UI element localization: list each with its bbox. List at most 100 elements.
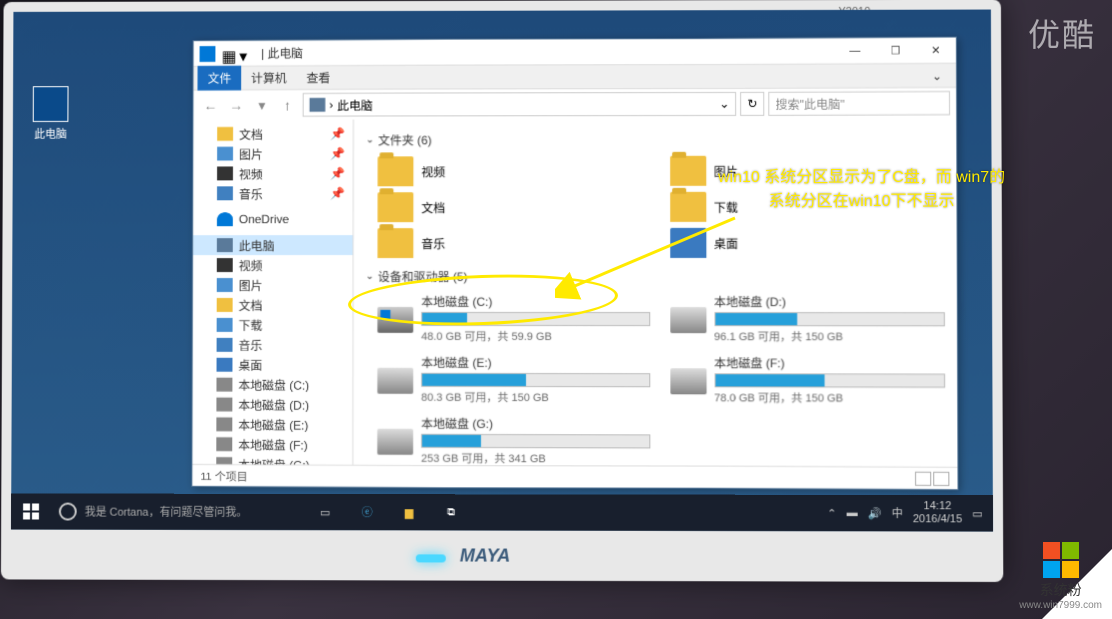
close-button[interactable]: ✕ — [916, 37, 957, 63]
sidebar-item-desk[interactable]: 桌面 — [193, 355, 353, 375]
qat-properties-icon[interactable]: ▦ — [221, 46, 235, 60]
up-button[interactable]: ↑ — [277, 94, 299, 116]
folder-item[interactable]: 视频 — [378, 156, 650, 186]
history-dropdown[interactable]: ▾ — [251, 94, 273, 116]
breadcrumb[interactable]: 此电脑 — [337, 96, 373, 113]
drive-usage-text: 96.1 GB 可用，共 150 GB — [714, 328, 945, 344]
sidebar-item-label: 视频 — [239, 257, 263, 274]
folder-item[interactable]: 桌面 — [670, 228, 945, 258]
folder-label: 图片 — [714, 162, 738, 179]
ms-logo-icon — [1043, 542, 1079, 578]
search-input[interactable]: 搜索"此电脑" — [768, 91, 950, 116]
qat-dropdown-icon[interactable]: ▾ — [239, 46, 253, 60]
edge-icon[interactable]: ⓔ — [349, 497, 385, 527]
sidebar-item-mus[interactable]: 音乐 — [193, 335, 353, 355]
folder-item[interactable]: 文档 — [378, 192, 650, 222]
sidebar-item-vid[interactable]: 视频 — [193, 255, 352, 275]
view-details-icon[interactable] — [915, 471, 931, 485]
drive-item[interactable]: 本地磁盘 (D:) 96.1 GB 可用，共 150 GB — [670, 293, 945, 344]
pin-icon: 📌 — [330, 147, 345, 161]
sidebar-item-drive[interactable]: 本地磁盘 (D:) — [193, 394, 353, 414]
address-bar[interactable]: › 此电脑 ⌄ — [302, 92, 736, 117]
folder-item[interactable]: 下载 — [670, 191, 945, 221]
sidebar-item-label: 此电脑 — [239, 237, 275, 254]
content-pane[interactable]: ⌄ 文件夹 (6) 视频 图片 文档 下载 音乐 桌面 ⌄ 设备和驱动器 (5) — [353, 118, 957, 467]
sidebar-item-cloud[interactable]: OneDrive — [193, 209, 352, 229]
folder-icon — [670, 192, 706, 222]
cortana-search-input[interactable]: 我是 Cortana，有问题尽管问我。 — [85, 504, 248, 520]
clock-time: 14:12 — [913, 500, 962, 513]
sidebar-item-doc[interactable]: 文档 📌 — [194, 124, 353, 144]
sidebar-item-label: 图片 — [239, 145, 263, 162]
folder-item[interactable]: 图片 — [670, 155, 945, 186]
drive-item[interactable]: 本地磁盘 (E:) 80.3 GB 可用，共 150 GB — [377, 354, 649, 406]
drive-item[interactable]: 本地磁盘 (C:) 48.0 GB 可用，共 59.9 GB — [377, 293, 649, 344]
store-icon[interactable]: ⧉ — [433, 497, 469, 527]
sidebar-item-label: 图片 — [239, 276, 263, 293]
desktop-icon-thispc[interactable]: 此电脑 — [21, 86, 81, 142]
sidebar-item-dl[interactable]: 下载 — [193, 315, 353, 335]
clock[interactable]: 14:12 2016/4/15 — [913, 500, 962, 527]
view-large-icon[interactable] — [933, 471, 949, 485]
sidebar-item-doc[interactable]: 文档 — [193, 295, 353, 315]
pc-icon — [217, 238, 233, 252]
cortana-icon[interactable] — [59, 503, 77, 521]
sidebar-item-label: OneDrive — [239, 212, 289, 226]
drive-item[interactable]: 本地磁盘 (G:) 253 GB 可用，共 341 GB — [377, 415, 650, 467]
address-dropdown-icon[interactable]: ⌄ — [719, 97, 729, 111]
taskview-button[interactable]: ▭ — [307, 497, 343, 527]
titlebar[interactable]: ▦ ▾ | 此电脑 — ☐ ✕ — [194, 38, 956, 67]
sidebar-item-label: 下载 — [239, 316, 263, 333]
site-name: 系统粉 — [1019, 580, 1102, 600]
file-explorer-window: ▦ ▾ | 此电脑 — ☐ ✕ 文件 计算机 查看 ⌄ ← → ▾ — [192, 37, 959, 490]
drives-section-header[interactable]: ⌄ 设备和驱动器 (5) — [366, 268, 945, 285]
tray-chevron-icon[interactable]: ⌃ — [827, 506, 836, 519]
drive-usage-bar — [421, 312, 649, 326]
sidebar-item-mus[interactable]: 音乐 📌 — [193, 183, 352, 203]
ime-indicator[interactable]: 中 — [892, 505, 903, 521]
volume-icon[interactable]: 🔊 — [868, 507, 882, 520]
ribbon-expand-icon[interactable]: ⌄ — [922, 64, 952, 86]
forward-button[interactable]: → — [225, 94, 247, 116]
folder-item[interactable]: 音乐 — [378, 228, 650, 258]
explorer-icon[interactable]: ▆ — [391, 497, 427, 527]
drive-icon — [377, 368, 413, 394]
drive-item[interactable]: 本地磁盘 (F:) 78.0 GB 可用，共 150 GB — [670, 354, 945, 406]
folder-label: 音乐 — [421, 235, 445, 252]
tab-file[interactable]: 文件 — [198, 66, 242, 91]
network-icon[interactable]: ▬ — [847, 507, 858, 519]
drive-usage-text: 48.0 GB 可用，共 59.9 GB — [421, 328, 650, 344]
notification-icon[interactable]: ▭ — [972, 507, 983, 520]
sidebar-item-pc[interactable]: 此电脑 — [193, 235, 352, 255]
quick-access-toolbar[interactable]: ▦ ▾ — [221, 46, 253, 60]
refresh-button[interactable]: ↻ — [740, 92, 764, 116]
maximize-button[interactable]: ☐ — [875, 38, 915, 64]
site-watermark: 系统粉 www.win7999.com — [1019, 542, 1102, 611]
sidebar-item-pic[interactable]: 图片 — [193, 275, 353, 295]
doc-icon — [217, 127, 233, 141]
sidebar-item-drive[interactable]: 本地磁盘 (C:) — [193, 374, 353, 394]
sidebar-item-pic[interactable]: 图片 📌 — [194, 144, 353, 164]
drive-usage-bar — [714, 312, 945, 326]
back-button[interactable]: ← — [200, 94, 222, 116]
tab-computer[interactable]: 计算机 — [241, 65, 296, 90]
drive-name: 本地磁盘 (F:) — [714, 354, 945, 371]
sidebar-item-vid[interactable]: 视频 📌 — [194, 164, 353, 184]
sidebar-item-label: 文档 — [239, 125, 263, 142]
ribbon-tabs: 文件 计算机 查看 ⌄ — [194, 64, 956, 91]
drive-name: 本地磁盘 (E:) — [421, 354, 650, 371]
sidebar-item-label: 音乐 — [239, 185, 263, 202]
nav-toolbar: ← → ▾ ↑ › 此电脑 ⌄ ↻ 搜索"此电脑" — [194, 88, 957, 120]
sidebar-item-drive[interactable]: 本地磁盘 (G:) — [193, 454, 353, 464]
sidebar-item-drive[interactable]: 本地磁盘 (E:) — [193, 414, 353, 434]
minimize-button[interactable]: — — [835, 38, 875, 64]
tab-view[interactable]: 查看 — [297, 65, 341, 90]
start-button[interactable] — [11, 493, 51, 529]
youku-watermark: 优酷 — [1028, 10, 1096, 56]
folder-label: 视频 — [421, 163, 445, 180]
dl-icon — [217, 318, 233, 332]
sidebar-item-drive[interactable]: 本地磁盘 (F:) — [193, 434, 353, 454]
folders-section-header[interactable]: ⌄ 文件夹 (6) — [366, 130, 944, 148]
chevron-down-icon: ⌄ — [366, 135, 374, 146]
drive-icon — [216, 437, 232, 451]
